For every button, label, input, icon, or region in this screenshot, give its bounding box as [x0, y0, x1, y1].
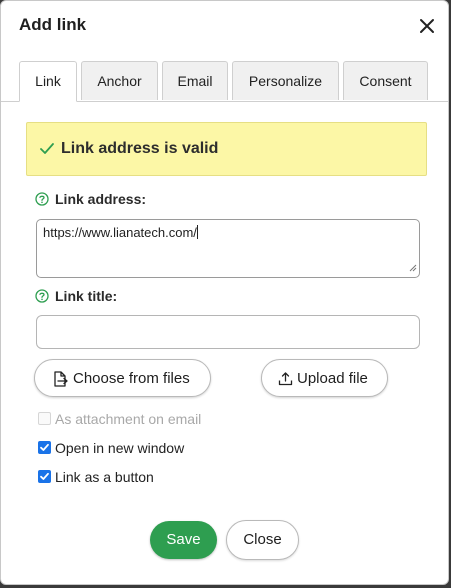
link-tab-panel: Link address is valid Link address: http…	[1, 101, 448, 584]
add-link-dialog: Add link Link Anchor Email Personalize C…	[0, 0, 449, 585]
link-address-input[interactable]: https://www.lianatech.com/	[36, 219, 420, 278]
close-button[interactable]: Close	[226, 520, 299, 560]
check-icon	[40, 142, 54, 160]
as-attachment-checkbox	[38, 412, 51, 425]
tab-personalize[interactable]: Personalize	[232, 61, 339, 100]
dialog-titlebar: Add link	[1, 1, 448, 51]
link-title-input[interactable]	[36, 315, 420, 349]
checkmark-icon	[40, 472, 49, 480]
open-new-window-checkbox[interactable]	[38, 441, 51, 454]
link-title-label: Link title:	[55, 288, 118, 304]
checkmark-icon	[40, 443, 49, 451]
upload-file-button[interactable]: Upload file	[261, 359, 388, 397]
link-as-button-label: Link as a button	[55, 469, 154, 485]
link-address-value: https://www.lianatech.com/	[43, 225, 197, 240]
tab-consent[interactable]: Consent	[343, 61, 428, 100]
upload-icon	[278, 371, 293, 390]
choose-from-files-button[interactable]: Choose from files	[34, 359, 211, 397]
help-icon[interactable]	[35, 289, 49, 308]
close-icon[interactable]	[416, 15, 438, 37]
upload-file-label: Upload file	[297, 370, 368, 387]
help-icon[interactable]	[35, 192, 49, 211]
file-import-icon	[52, 371, 68, 391]
tab-anchor[interactable]: Anchor	[81, 61, 158, 100]
alert-message: Link address is valid	[61, 140, 219, 157]
tab-link[interactable]: Link	[19, 61, 77, 102]
choose-from-files-label: Choose from files	[73, 370, 190, 387]
link-address-label: Link address:	[55, 191, 147, 207]
dialog-title: Add link	[19, 15, 87, 34]
open-new-window-label: Open in new window	[55, 440, 185, 456]
validation-alert: Link address is valid	[26, 122, 427, 176]
text-caret	[196, 225, 198, 239]
as-attachment-label: As attachment on email	[55, 411, 202, 427]
save-button[interactable]: Save	[150, 521, 217, 559]
resize-grip-icon[interactable]	[409, 260, 417, 275]
tab-email[interactable]: Email	[162, 61, 228, 100]
tab-bar: Link Anchor Email Personalize Consent	[1, 61, 448, 102]
link-as-button-checkbox[interactable]	[38, 470, 51, 483]
